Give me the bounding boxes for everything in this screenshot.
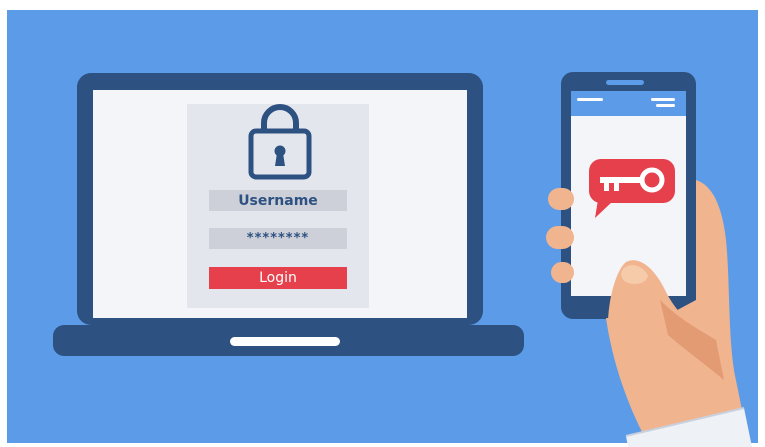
login-button-label: Login (259, 270, 297, 286)
finger-1 (548, 188, 574, 210)
phone-top-bar (571, 91, 686, 116)
phone-bar-line-right-2 (656, 104, 675, 107)
finger-2 (546, 226, 574, 249)
phone-speaker (606, 80, 644, 85)
username-label: Username (238, 192, 318, 209)
phone-bar-line-right-1 (651, 98, 675, 101)
illustration (7, 10, 758, 447)
phone-bar-line-left (577, 98, 603, 101)
finger-3 (551, 262, 574, 283)
laptop-touchpad-notch (230, 337, 340, 346)
password-value: ******** (246, 231, 310, 246)
